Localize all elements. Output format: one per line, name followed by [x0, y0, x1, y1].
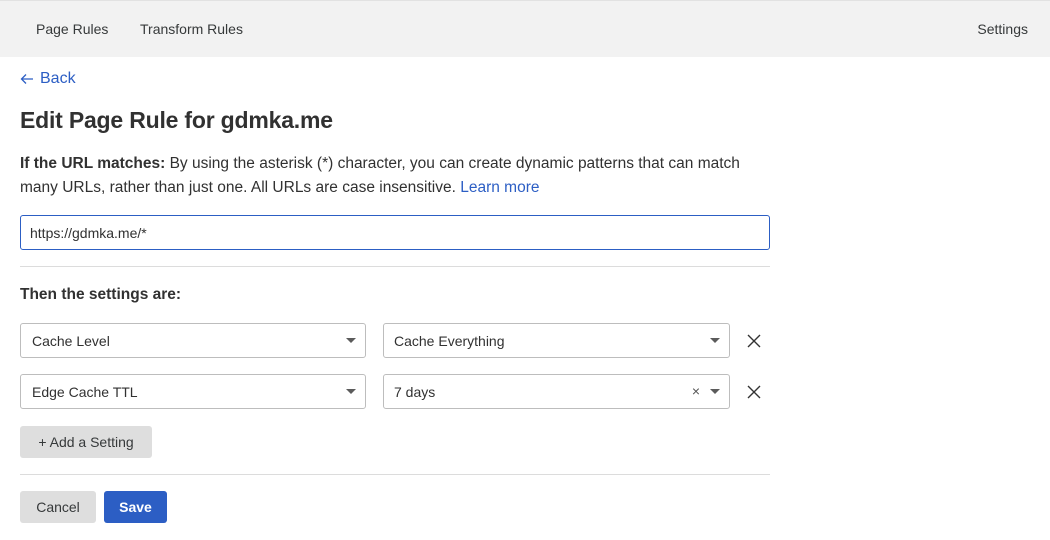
- arrow-left-icon: [20, 74, 33, 84]
- tab-transform-rules[interactable]: Transform Rules: [140, 21, 243, 37]
- setting-value-select[interactable]: 7 days ×: [383, 374, 730, 409]
- caret-down-icon: [710, 389, 720, 394]
- setting-select[interactable]: Edge Cache TTL: [20, 374, 366, 409]
- setting-select[interactable]: Cache Level: [20, 323, 366, 358]
- clear-value-icon[interactable]: ×: [692, 383, 700, 399]
- tab-page-rules[interactable]: Page Rules: [36, 21, 108, 37]
- description-lead: If the URL matches:: [20, 155, 166, 172]
- back-label: Back: [40, 70, 76, 87]
- setting-value-text: Cache Everything: [394, 332, 505, 349]
- setting-value-select[interactable]: Cache Everything: [383, 323, 730, 358]
- caret-down-icon: [346, 338, 356, 343]
- divider: [20, 474, 770, 475]
- add-setting-button[interactable]: + Add a Setting: [20, 426, 152, 458]
- setting-select-value: Edge Cache TTL: [32, 383, 138, 400]
- remove-setting-icon[interactable]: [746, 333, 762, 349]
- caret-down-icon: [346, 389, 356, 394]
- caret-down-icon: [710, 338, 720, 343]
- top-navigation: Page Rules Transform Rules Settings: [0, 0, 1050, 57]
- page-title: Edit Page Rule for gdmka.me: [20, 107, 333, 133]
- save-button[interactable]: Save: [104, 491, 167, 523]
- url-pattern-input[interactable]: [20, 215, 770, 250]
- tab-settings[interactable]: Settings: [977, 21, 1028, 37]
- settings-heading: Then the settings are:: [20, 286, 182, 303]
- remove-setting-icon[interactable]: [746, 384, 762, 400]
- setting-select-value: Cache Level: [32, 332, 110, 349]
- setting-value-text: 7 days: [394, 383, 436, 400]
- url-match-description: If the URL matches: By using the asteris…: [20, 152, 780, 200]
- cancel-button[interactable]: Cancel: [20, 491, 96, 523]
- divider: [20, 266, 770, 267]
- learn-more-link[interactable]: Learn more: [460, 179, 539, 196]
- back-link[interactable]: Back: [20, 69, 76, 89]
